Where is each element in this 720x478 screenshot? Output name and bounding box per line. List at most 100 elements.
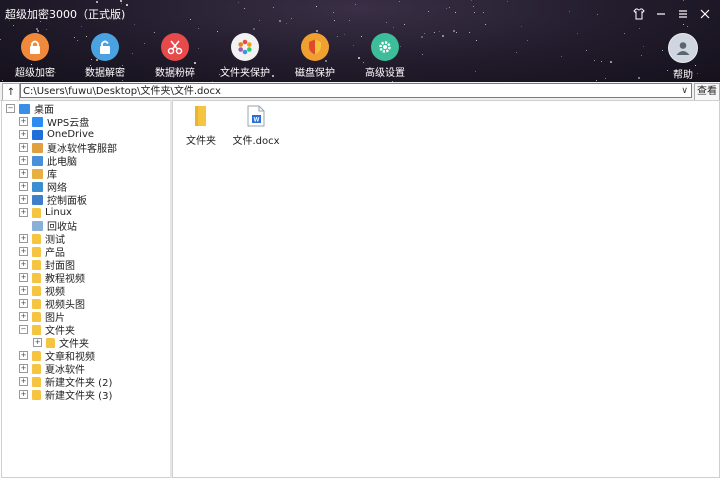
toolbar-label: 磁盘保护	[295, 68, 335, 79]
expand-icon[interactable]: +	[19, 169, 28, 178]
chevron-down-icon[interactable]: ∨	[681, 84, 688, 99]
star	[483, 12, 484, 13]
star	[424, 33, 425, 34]
expand-icon[interactable]: +	[33, 338, 42, 347]
expand-icon[interactable]: +	[19, 234, 28, 243]
star	[641, 55, 642, 56]
shield-icon	[301, 33, 329, 61]
star	[434, 32, 435, 33]
toolbar-label: 超级加密	[15, 68, 55, 79]
file-item-docx[interactable]: W 文件.docx	[228, 105, 284, 147]
skin-icon[interactable]	[628, 5, 650, 23]
star	[291, 18, 292, 19]
expand-icon[interactable]: +	[19, 364, 28, 373]
folder-icon	[32, 350, 41, 361]
tree-item-label: OneDrive	[47, 129, 95, 140]
menu-icon[interactable]	[672, 5, 694, 23]
star	[217, 31, 218, 32]
expand-icon[interactable]: +	[19, 130, 28, 139]
word-doc-icon: W	[246, 105, 266, 127]
path-input[interactable]: C:\Users\fuwu\Desktop\文件夹\文件.docx ∨	[20, 83, 692, 98]
expand-icon[interactable]: +	[19, 286, 28, 295]
toolbar-label: 高级设置	[365, 68, 405, 79]
star	[399, 1, 400, 2]
star	[190, 19, 191, 20]
color-wheel-icon	[231, 33, 259, 61]
tree-item-label: 新建文件夹 (3)	[45, 391, 113, 402]
tree-item[interactable]: + WPS云盘	[19, 115, 89, 129]
expand-icon[interactable]: +	[19, 195, 28, 204]
expand-icon[interactable]: +	[19, 260, 28, 269]
cloud-icon	[32, 116, 43, 127]
toolbar-label: 数据解密	[85, 68, 125, 79]
app-header: 超级加密3000（正式版) 超级加密 数据解密 数据粉碎 文件夹保护 磁盘保护 …	[0, 0, 720, 82]
window-title: 超级加密3000（正式版)	[5, 8, 126, 21]
star	[516, 52, 517, 53]
expand-icon[interactable]: +	[19, 182, 28, 191]
star	[521, 26, 522, 27]
tree-item[interactable]: + 新建文件夹 (3)	[19, 388, 113, 402]
star	[586, 50, 587, 51]
expand-icon[interactable]: +	[19, 247, 28, 256]
star	[316, 30, 318, 32]
expand-icon[interactable]: +	[19, 351, 28, 360]
star	[610, 61, 612, 63]
star	[474, 12, 475, 13]
toolbar-button-shred[interactable]: 数据粉碎	[140, 33, 210, 79]
toolbar-button-folder-protect[interactable]: 文件夹保护	[210, 33, 280, 79]
toolbar-button-advanced-settings[interactable]: 高级设置	[350, 33, 420, 79]
file-list-pane[interactable]: 文件夹 W 文件.docx	[172, 100, 720, 478]
star	[601, 61, 602, 62]
star	[453, 30, 455, 32]
expand-icon[interactable]: +	[19, 273, 28, 282]
star	[638, 77, 640, 79]
expand-icon[interactable]: +	[19, 312, 28, 321]
collapse-icon[interactable]: −	[6, 104, 15, 113]
star	[386, 22, 387, 23]
star	[594, 60, 595, 61]
expand-icon[interactable]: +	[19, 299, 28, 308]
star	[596, 80, 597, 81]
star	[273, 7, 274, 8]
minimize-icon[interactable]	[650, 5, 672, 23]
toolbar-button-help[interactable]: 帮助	[648, 33, 718, 81]
toolbar-button-decrypt[interactable]: 数据解密	[70, 33, 140, 79]
tree-item[interactable]: + 控制面板	[19, 193, 87, 207]
folder-tree[interactable]: − 桌面 + WPS云盘 + OneDrive + 夏冰软件客服部 + 此电脑 + 库 + 网络 + 控制面板…	[1, 100, 171, 478]
star	[439, 31, 440, 32]
toolbar-button-disk-protect[interactable]: 磁盘保护	[280, 33, 350, 79]
view-button[interactable]: 查看	[694, 83, 720, 101]
star	[442, 35, 444, 37]
toolbar-label: 帮助	[673, 70, 693, 81]
toolbar-button-super-encrypt[interactable]: 超级加密	[0, 33, 70, 79]
folder-icon	[32, 259, 41, 270]
file-item-folder[interactable]: 文件夹	[173, 105, 229, 147]
lock-icon	[21, 33, 49, 61]
expand-icon[interactable]: +	[19, 390, 28, 399]
expand-icon[interactable]: +	[19, 377, 28, 386]
star	[286, 23, 287, 24]
star	[13, 25, 14, 26]
star	[404, 24, 405, 25]
expand-icon[interactable]: +	[19, 143, 28, 152]
expand-icon[interactable]: +	[19, 208, 28, 217]
star	[449, 7, 450, 8]
star	[422, 54, 423, 55]
network-icon	[32, 181, 43, 192]
star	[126, 4, 128, 6]
collapse-icon[interactable]: −	[19, 325, 28, 334]
toolbar-label: 数据粉碎	[155, 68, 195, 79]
star	[527, 40, 528, 41]
up-level-button[interactable]: ↑	[2, 83, 20, 101]
star	[355, 4, 356, 5]
window-controls	[628, 5, 716, 23]
star	[334, 20, 335, 21]
folder-icon	[32, 272, 41, 283]
close-icon[interactable]	[694, 5, 716, 23]
expand-icon[interactable]: +	[19, 117, 28, 126]
desktop-icon	[19, 103, 30, 114]
expand-icon[interactable]: +	[19, 156, 28, 165]
star	[577, 33, 578, 34]
address-bar: ↑ C:\Users\fuwu\Desktop\文件夹\文件.docx ∨ 查看	[0, 82, 720, 101]
tree-item-label: 控制面板	[47, 196, 87, 207]
